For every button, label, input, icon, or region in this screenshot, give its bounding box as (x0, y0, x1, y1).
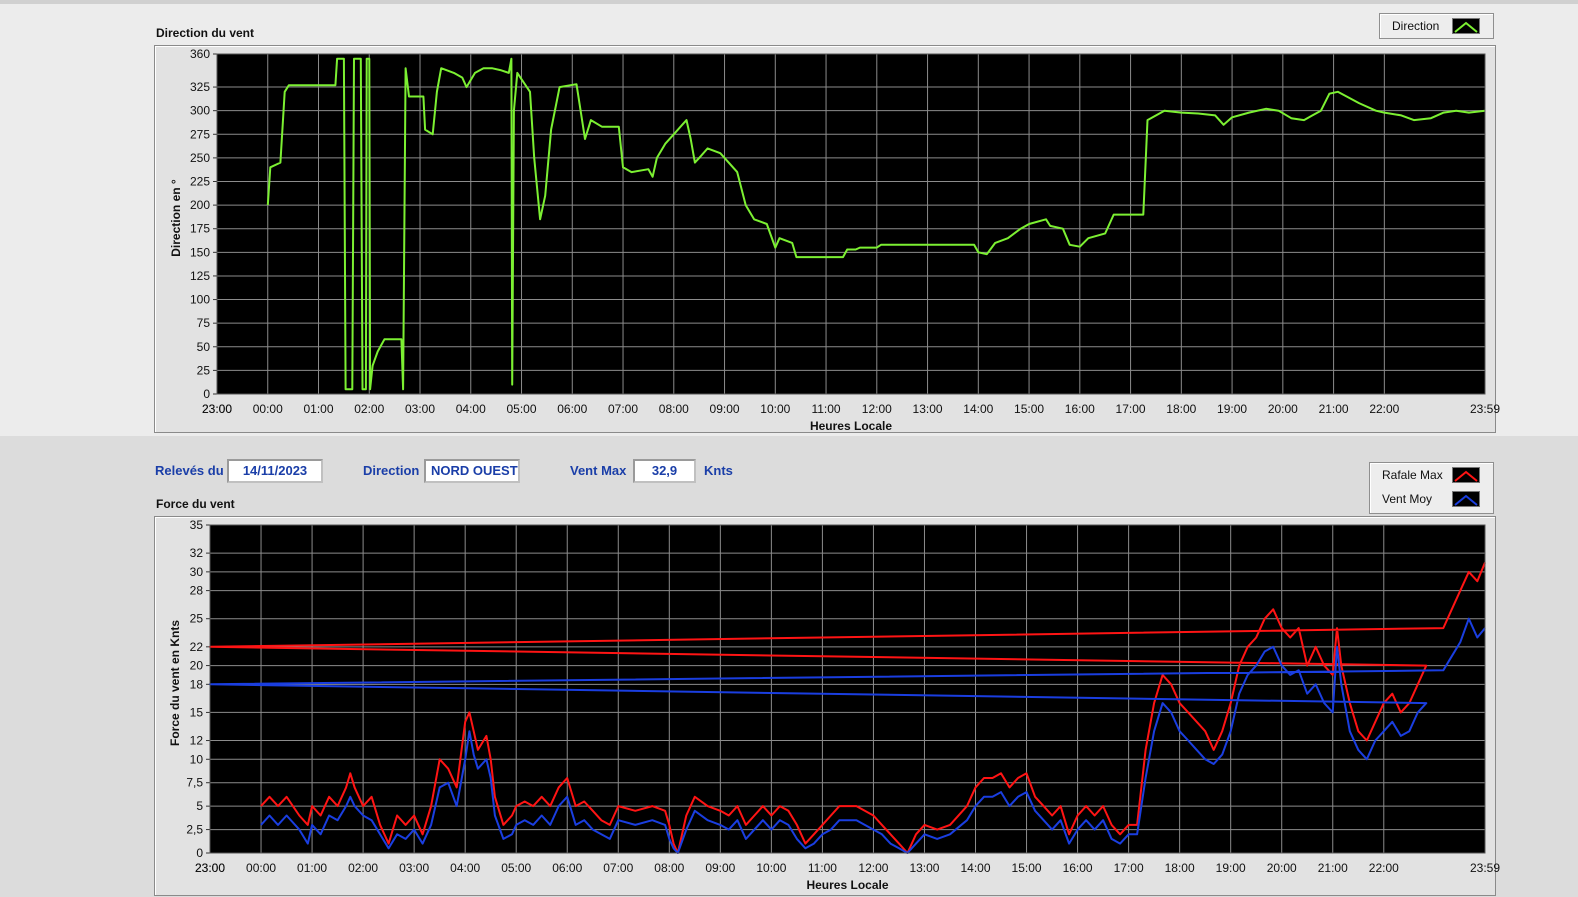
x-tick-label: 17:00 (1114, 861, 1144, 875)
y-tick-label: 360 (190, 47, 210, 61)
y-tick-label: 20 (190, 659, 204, 673)
x-tick-label: 09:00 (705, 861, 735, 875)
x-tick-label: 08:00 (659, 402, 689, 416)
x-tick-label: 05:00 (501, 861, 531, 875)
x-tick-label: 07:00 (603, 861, 633, 875)
x-tick-label: 19:00 (1216, 861, 1246, 875)
x-tick-label: 11:00 (808, 861, 837, 875)
y-tick-label: 25 (197, 363, 211, 377)
y-tick-label: 250 (190, 151, 210, 165)
x-tick-label: 19:00 (1217, 402, 1247, 416)
x-tick-label: 21:00 (1319, 402, 1349, 416)
x-tick-label: 23:59 (1470, 402, 1500, 416)
x-tick-label: 07:00 (608, 402, 638, 416)
x-tick-label: 12:00 (858, 861, 888, 875)
y-tick-label: 22 (190, 640, 204, 654)
x-axis-label: Heures Locale (810, 419, 892, 433)
y-axis-label: Direction en ° (169, 179, 183, 257)
plot-area (217, 54, 1485, 394)
x-tick-label: 14:00 (963, 402, 993, 416)
x-tick-label: 10:00 (756, 861, 786, 875)
x-tick-label: 05:00 (507, 402, 537, 416)
x-tick-label: 13:00 (909, 861, 939, 875)
x-tick-label: 03:00 (399, 861, 429, 875)
x-tick-label: 00:00 (246, 861, 276, 875)
x-tick-label: 01:00 (303, 402, 333, 416)
x-tick-label: 23:00 (202, 402, 232, 416)
y-tick-label: 30 (190, 565, 204, 579)
x-tick-label: 03:00 (405, 402, 435, 416)
x-tick-label: 09:00 (710, 402, 740, 416)
x-tick-label: 04:00 (450, 861, 480, 875)
y-tick-label: 50 (197, 340, 211, 354)
y-tick-label: 75 (197, 316, 211, 330)
x-tick-label: 01:00 (297, 861, 327, 875)
y-tick-label: 32 (190, 546, 204, 560)
y-tick-label: 7,5 (186, 776, 203, 790)
y-tick-label: 200 (190, 198, 210, 212)
y-tick-label: 100 (190, 293, 210, 307)
y-tick-label: 275 (190, 127, 210, 141)
x-tick-label: 17:00 (1116, 402, 1146, 416)
x-tick-label: 02:00 (354, 402, 384, 416)
y-tick-label: 25 (190, 612, 204, 626)
x-tick-label: 20:00 (1267, 861, 1297, 875)
y-tick-label: 15 (190, 705, 204, 719)
x-tick-label: 18:00 (1166, 402, 1196, 416)
x-tick-label: 11:00 (811, 402, 840, 416)
y-tick-label: 18 (190, 677, 204, 691)
y-tick-label: 28 (190, 584, 204, 598)
x-tick-label: 12:00 (862, 402, 892, 416)
x-tick-label: 13:00 (913, 402, 943, 416)
x-tick-label: 02:00 (348, 861, 378, 875)
x-tick-label: 10:00 (760, 402, 790, 416)
x-tick-label: 08:00 (654, 861, 684, 875)
y-tick-label: 125 (190, 269, 210, 283)
x-tick-label: 22:00 (1369, 861, 1399, 875)
x-tick-label: 04:00 (456, 402, 486, 416)
y-tick-label: 2,5 (186, 823, 203, 837)
x-tick-label: 06:00 (557, 402, 587, 416)
y-tick-label: 5 (196, 799, 203, 813)
x-tick-label: 15:00 (1014, 402, 1044, 416)
y-tick-label: 12 (190, 734, 204, 748)
x-tick-label: 18:00 (1165, 861, 1195, 875)
x-tick-label: 06:00 (552, 861, 582, 875)
y-tick-label: 150 (190, 245, 210, 259)
charts-canvas: 23:00 00:00 01:00 02:00 03:00 04:00 05:00 06:00… (168, 47, 1500, 892)
x-axis-label: Heures Locale (806, 878, 888, 892)
x-tick-label: 00:00 (253, 402, 283, 416)
y-tick-label: 10 (190, 752, 204, 766)
x-tick-label: 22:00 (1369, 402, 1399, 416)
y-tick-label: 325 (190, 80, 210, 94)
x-tick-label: 20:00 (1268, 402, 1298, 416)
x-tick-label: 14:00 (960, 861, 990, 875)
y-axis-label: Force du vent en Knts (168, 620, 182, 746)
y-tick-label: 175 (190, 222, 210, 236)
x-tick-label: 23:59 (1470, 861, 1500, 875)
y-tick-label: 300 (190, 104, 210, 118)
y-tick-label: 225 (190, 175, 210, 189)
x-tick-label: 16:00 (1063, 861, 1093, 875)
y-tick-label: 35 (190, 518, 204, 532)
x-tick-label: 23:00 (195, 861, 225, 875)
x-tick-label: 15:00 (1012, 861, 1042, 875)
x-tick-label: 21:00 (1318, 861, 1348, 875)
plot-area (210, 525, 1485, 853)
x-tick-label: 16:00 (1065, 402, 1095, 416)
y-tick-label: 0 (203, 387, 210, 401)
y-tick-label: 0 (196, 846, 203, 860)
